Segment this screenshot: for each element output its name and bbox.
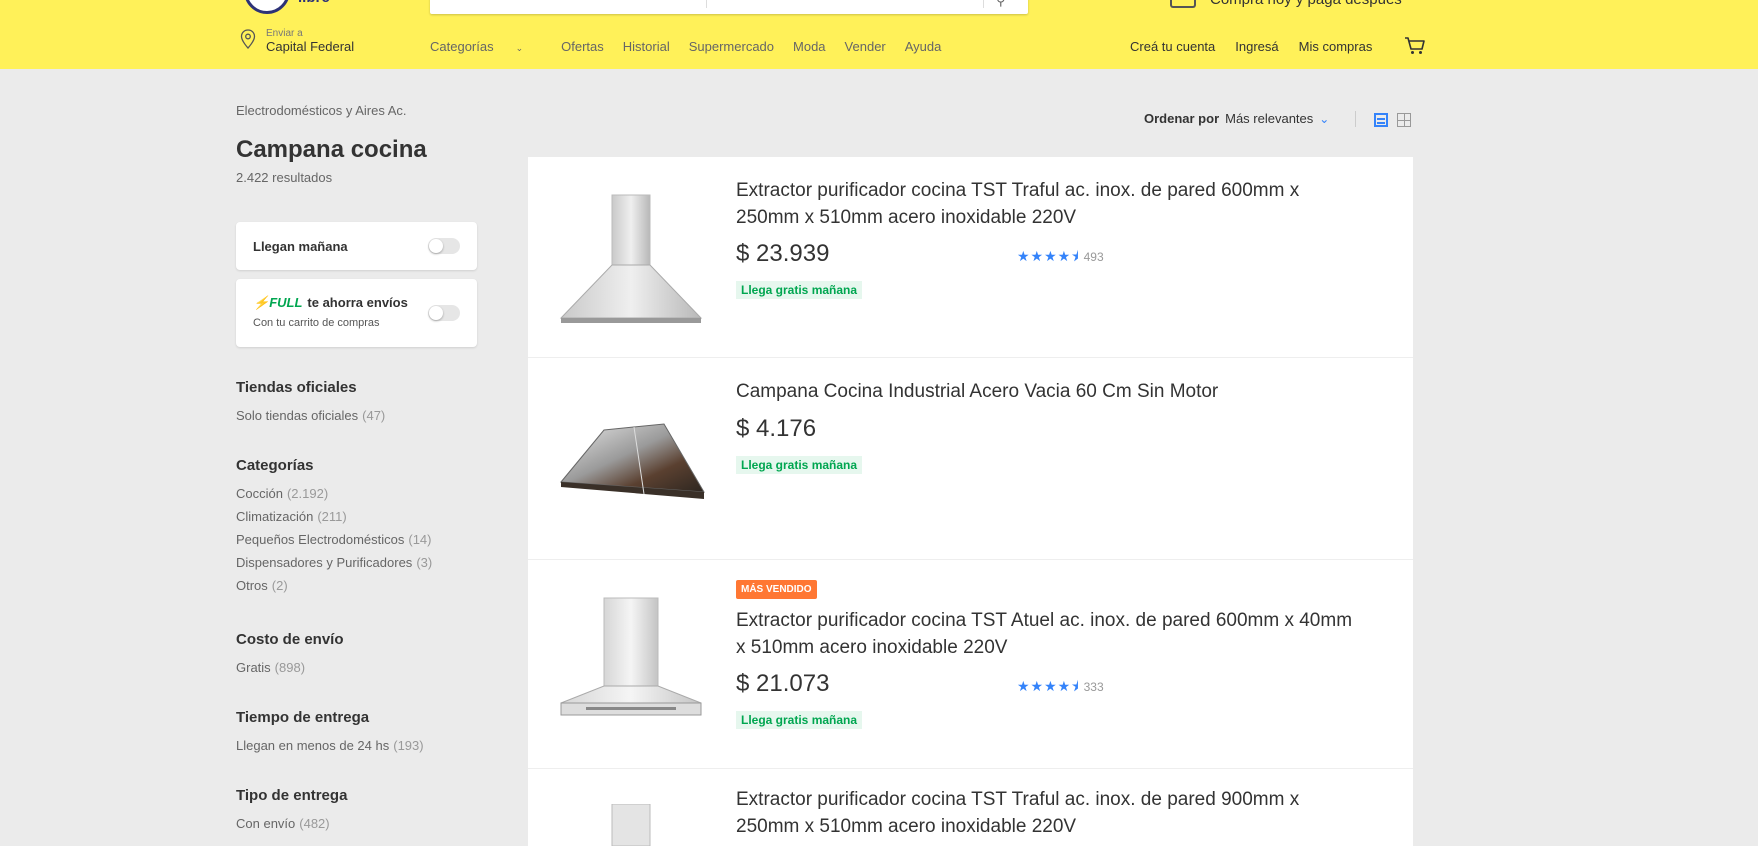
full-shipping-label: ⚡FULL te ahorra envíos — [253, 295, 408, 310]
filter-option[interactable]: Pequeños Electrodomésticos (14) — [236, 532, 432, 547]
filter-title: Tiempo de entrega — [236, 709, 370, 726]
product-price: $ 23.939 — [736, 240, 830, 267]
product-title[interactable]: Extractor purificador cocina TST Atuel a… — [736, 607, 1356, 661]
nav-historial[interactable]: Historial — [623, 39, 670, 54]
top-header: libre ⚲ Comprá hoy y pagá después Enviar… — [0, 0, 1758, 69]
product-image[interactable] — [556, 804, 706, 846]
search-divider — [983, 0, 984, 8]
arrive-tomorrow-label: Llegan mañana — [253, 239, 348, 254]
search-input[interactable]: ⚲ — [430, 0, 1028, 14]
result-item[interactable]: Extractor purificador cocina TST Traful … — [528, 157, 1413, 358]
full-shipping-toggle[interactable] — [428, 305, 460, 321]
shipping-tag: Llega gratis mañana — [736, 281, 863, 299]
cart-icon[interactable] — [1404, 37, 1426, 55]
nav-moda[interactable]: Moda — [793, 39, 826, 54]
product-image[interactable] — [556, 384, 706, 534]
filter-delivery-time: Tiempo de entrega Llegan en menos de 24 … — [236, 709, 424, 761]
location-prefix: Enviar a — [266, 28, 303, 39]
rating-stars: ★★★★⯨ 493 — [1017, 248, 1104, 264]
review-count: 493 — [1083, 250, 1104, 264]
result-item[interactable]: Extractor purificador cocina TST Traful … — [528, 769, 1413, 846]
list-view-icon[interactable] — [1374, 113, 1388, 127]
nav-supermercado[interactable]: Supermercado — [689, 39, 774, 54]
filter-option[interactable]: Llegan en menos de 24 hs (193) — [236, 738, 424, 753]
chevron-down-icon: ⌄ — [515, 43, 524, 53]
grid-view-icon[interactable] — [1397, 113, 1411, 127]
search-divider — [706, 0, 707, 8]
product-price: $ 21.073 — [736, 670, 830, 697]
calendar-card-icon — [1170, 0, 1196, 8]
filter-title: Tipo de entrega — [236, 787, 348, 804]
filter-option[interactable]: Con envío (482) — [236, 816, 347, 831]
search-icon[interactable]: ⚲ — [996, 0, 1006, 9]
product-title[interactable]: Extractor purificador cocina TST Traful … — [736, 177, 1356, 231]
product-image[interactable] — [556, 588, 706, 738]
nav-categorias[interactable]: Categorías ⌄ — [430, 39, 542, 54]
my-purchases-link[interactable]: Mis compras — [1299, 39, 1373, 54]
filter-title: Tiendas oficiales — [236, 379, 357, 396]
filter-delivery-type: Tipo de entrega Con envío (482) — [236, 787, 347, 839]
page-title: Campana cocina — [236, 136, 427, 163]
shipping-tag: Llega gratis mañana — [736, 711, 863, 729]
filter-option[interactable]: Solo tiendas oficiales (47) — [236, 408, 385, 423]
filter-option[interactable]: Dispensadores y Purificadores (3) — [236, 555, 432, 570]
review-count: 333 — [1083, 680, 1104, 694]
sort-value: Más relevantes — [1225, 111, 1314, 126]
product-image[interactable] — [556, 183, 706, 333]
product-price: $ 4.176 — [736, 415, 817, 442]
product-title[interactable]: Campana Cocina Industrial Acero Vacia 60… — [736, 378, 1356, 405]
shipping-tag: Llega gratis mañana — [736, 456, 863, 474]
nav-ayuda[interactable]: Ayuda — [905, 39, 942, 54]
logo-handshake-icon — [244, 0, 290, 14]
filter-option[interactable]: Cocción (2.192) — [236, 486, 432, 501]
full-shipping-filter: ⚡FULL te ahorra envíos Con tu carrito de … — [236, 279, 477, 347]
breadcrumb[interactable]: Electrodomésticos y Aires Ac. — [236, 103, 407, 118]
login-link[interactable]: Ingresá — [1235, 39, 1278, 54]
arrive-tomorrow-toggle[interactable] — [428, 238, 460, 254]
view-divider — [1355, 111, 1356, 127]
sort-dropdown[interactable]: Ordenar por Más relevantes ⌄ — [1144, 111, 1329, 126]
location-name: Capital Federal — [266, 39, 355, 54]
sort-label: Ordenar por — [1144, 111, 1220, 126]
filter-option[interactable]: Climatización (211) — [236, 509, 432, 524]
rating-stars: ★★★★⯨ 333 — [1017, 678, 1104, 694]
product-title[interactable]: Extractor purificador cocina TST Traful … — [736, 786, 1356, 840]
best-seller-badge: MÁS VENDIDO — [736, 580, 817, 599]
filter-option[interactable]: Otros (2) — [236, 578, 432, 593]
logo-text: libre — [298, 0, 330, 5]
result-item[interactable]: MÁS VENDIDO Extractor purificador cocina… — [528, 560, 1413, 769]
nav-ofertas[interactable]: Ofertas — [561, 39, 604, 54]
create-account-link[interactable]: Creá tu cuenta — [1130, 39, 1215, 54]
full-lightning-icon: ⚡FULL — [253, 295, 303, 310]
main-nav: Categorías ⌄ Ofertas Historial Supermerca… — [430, 39, 960, 54]
result-item[interactable]: Campana Cocina Industrial Acero Vacia 60… — [528, 358, 1413, 560]
nav-vender[interactable]: Vender — [845, 39, 886, 54]
full-shipping-sub: Con tu carrito de compras — [253, 317, 380, 329]
filter-official-stores: Tiendas oficiales Solo tiendas oficiales… — [236, 379, 385, 431]
filter-title: Costo de envío — [236, 631, 344, 648]
account-nav: Creá tu cuenta Ingresá Mis compras — [1130, 39, 1392, 54]
filter-title: Categorías — [236, 457, 314, 474]
filter-categories: Categorías Cocción (2.192) Climatización(… — [236, 457, 432, 601]
mercadolibre-logo[interactable]: libre — [244, 0, 352, 14]
arrive-tomorrow-filter: Llegan mañana — [236, 222, 477, 270]
results-count: 2.422 resultados — [236, 170, 333, 185]
filter-option[interactable]: Gratis (898) — [236, 660, 344, 675]
location-pin-icon — [240, 29, 256, 49]
filter-shipping-cost: Costo de envío Gratis (898) — [236, 631, 344, 683]
chevron-down-icon: ⌄ — [1319, 112, 1330, 126]
promo-banner[interactable]: Comprá hoy y pagá después — [1210, 0, 1402, 8]
